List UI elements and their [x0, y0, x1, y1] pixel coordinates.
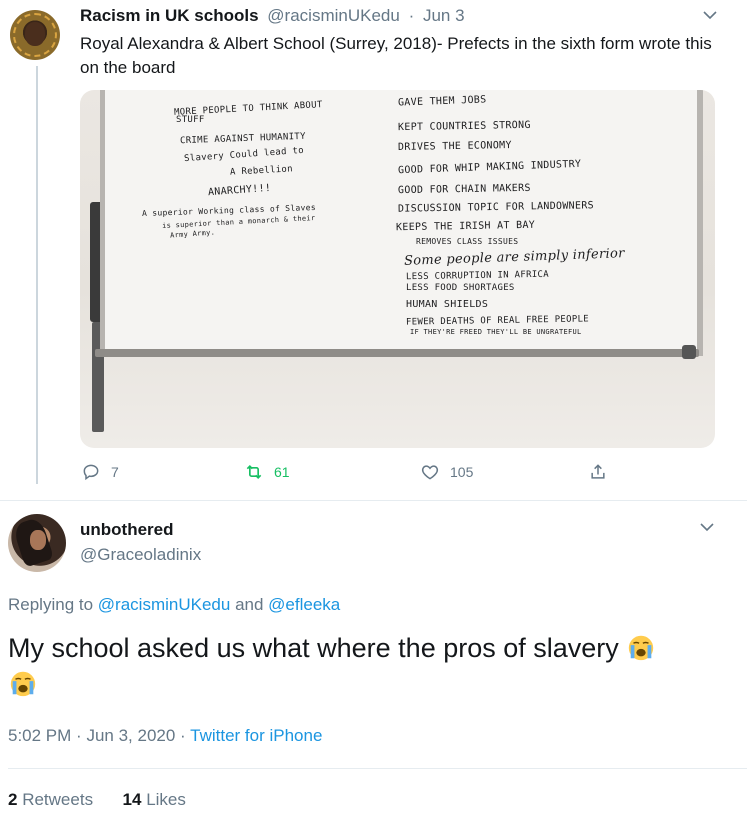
quoted-tweet-header: Racism in UK schools @racisminUKedu · Ju…: [80, 6, 465, 26]
tweet-full-date[interactable]: Jun 3, 2020: [86, 726, 175, 745]
loudly-crying-face-icon: [10, 671, 36, 697]
tweet-stats: 2 Retweets 14 Likes: [8, 790, 186, 810]
board-right-line-8: REMOVES CLASS ISSUES: [416, 237, 519, 246]
stats-divider: [8, 768, 747, 769]
likes-count: 14: [122, 790, 142, 809]
share-upload-icon: [591, 464, 605, 479]
share-action[interactable]: [588, 462, 618, 482]
heart-icon: [421, 465, 439, 480]
replying-to-label: Replying to: [8, 595, 94, 614]
board-right-line-3: DRIVES THE ECONOMY: [397, 140, 512, 153]
tweet-menu-chevron-icon[interactable]: [703, 8, 717, 23]
user-handle[interactable]: @racisminUKedu: [267, 6, 400, 25]
tweet-photo-whiteboard[interactable]: MORE PEOPLE TO THINK ABOUT STUFF CRIME A…: [80, 90, 715, 448]
meta-separator: ·: [180, 726, 186, 745]
board-left-line-2: STUFF: [176, 115, 205, 125]
board-right-line-11: LESS FOOD SHORTAGES: [406, 283, 515, 293]
thread-connector-line: [36, 66, 38, 484]
reply-text: My school asked us what where the pros o…: [8, 633, 619, 663]
reply-user-handle[interactable]: @Graceoladinix: [80, 545, 201, 565]
board-right-line-14: IF THEY'RE FREED THEY'LL BE UNGRATEFUL: [410, 328, 582, 336]
reply-display-name[interactable]: unbothered: [80, 520, 174, 540]
reply-bubble-icon: [83, 464, 99, 481]
reply-tweet-text: My school asked us what where the pros o…: [8, 630, 728, 702]
board-right-line-12: HUMAN SHIELDS: [406, 299, 489, 310]
like-count: 105: [450, 464, 474, 480]
replying-to-user-link[interactable]: @efleeka: [268, 595, 340, 614]
avatar-face: [30, 530, 46, 550]
avatar-graceoladinix[interactable]: [8, 514, 66, 572]
tweet-time[interactable]: 5:02 PM: [8, 726, 71, 745]
reply-action[interactable]: 7: [81, 462, 119, 482]
board-right-line-2: KEPT COUNTRIES STRONG: [397, 119, 531, 134]
whiteboard-tray-end: [682, 345, 696, 359]
meta-separator: ·: [76, 726, 82, 745]
reply-count: 7: [111, 464, 119, 480]
like-action[interactable]: 105: [420, 462, 473, 482]
replying-to-user-link[interactable]: @racisminUKedu: [98, 595, 231, 614]
tweet-divider: [0, 500, 747, 501]
retweets-label: Retweets: [22, 790, 94, 809]
avatar-face: [25, 22, 45, 46]
replying-to-line: Replying to @racisminUKedu and @efleeka: [8, 595, 340, 615]
display-name[interactable]: Racism in UK schools: [80, 6, 259, 25]
retweet-count: 61: [274, 464, 290, 480]
likes-label: Likes: [146, 790, 186, 809]
tweet-metadata: 5:02 PM · Jun 3, 2020 · Twitter for iPho…: [8, 726, 322, 746]
tweet-source-link[interactable]: Twitter for iPhone: [190, 726, 322, 745]
avatar-racisminukedu[interactable]: [10, 10, 60, 60]
retweet-icon: [246, 464, 262, 480]
replying-and: and: [235, 595, 264, 614]
retweet-action[interactable]: 61: [244, 462, 290, 482]
loudly-crying-face-icon: [629, 635, 654, 661]
likes-stat[interactable]: 14 Likes: [123, 790, 186, 809]
tweet-date[interactable]: Jun 3: [423, 6, 465, 25]
retweets-count: 2: [8, 790, 18, 809]
retweets-stat[interactable]: 2 Retweets: [8, 790, 93, 809]
reply-menu-chevron-icon[interactable]: [700, 520, 714, 535]
whiteboard-tray: [95, 349, 699, 357]
quoted-tweet-text: Royal Alexandra & Albert School (Surrey,…: [80, 34, 712, 77]
board-right-line-5: GOOD FOR CHAIN MAKERS: [397, 182, 531, 197]
dot-separator: ·: [408, 6, 415, 25]
